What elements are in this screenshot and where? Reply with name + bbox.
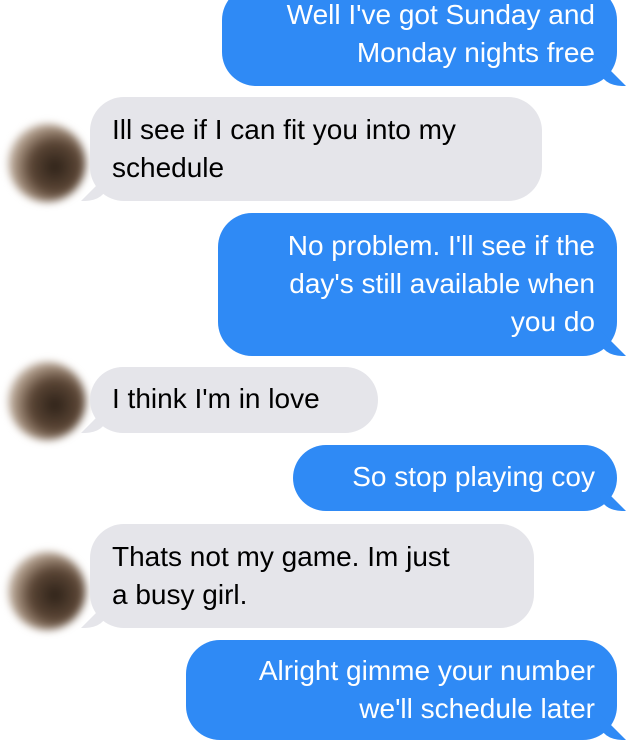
contact-avatar[interactable]	[8, 124, 86, 202]
sent-message-bubble[interactable]: No problem. I'll see if the day's still …	[218, 213, 617, 356]
contact-avatar[interactable]	[8, 362, 86, 440]
sent-message-bubble[interactable]: Well I've got Sunday and Monday nights f…	[222, 0, 617, 86]
sent-message-bubble[interactable]: Alright gimme your number we'll schedule…	[186, 640, 617, 740]
contact-avatar[interactable]	[8, 552, 86, 630]
received-message-bubble[interactable]: Ill see if I can fit you into my schedul…	[90, 97, 542, 201]
message-thread[interactable]: Well I've got Sunday and Monday nights f…	[0, 0, 640, 745]
received-message-bubble[interactable]: I think I'm in love	[90, 367, 378, 433]
received-message-bubble[interactable]: Thats not my game. Im just a busy girl.	[90, 524, 534, 628]
sent-message-bubble[interactable]: So stop playing coy	[293, 445, 617, 511]
